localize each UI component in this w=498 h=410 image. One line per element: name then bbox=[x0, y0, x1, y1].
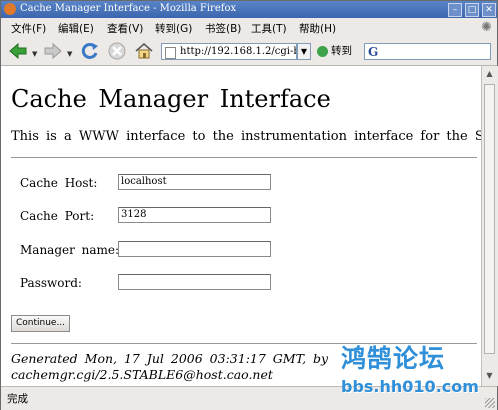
page-heading: Cache Manager Interface bbox=[11, 85, 331, 113]
stop-icon[interactable] bbox=[107, 41, 127, 61]
browser-window: Cache Manager Interface - Mozilla Firefo… bbox=[0, 0, 498, 410]
forward-dropdown-icon[interactable]: ▼ bbox=[67, 50, 72, 58]
footer-line-2: cachemgr.cgi/2.5.STABLE6@host.cao.net bbox=[11, 367, 273, 382]
title-bar[interactable]: Cache Manager Interface - Mozilla Firefo… bbox=[1, 1, 497, 18]
menu-file[interactable]: 文件(F) bbox=[11, 21, 46, 36]
resize-grip-icon[interactable] bbox=[485, 398, 495, 408]
back-icon[interactable] bbox=[8, 41, 28, 61]
continue-button[interactable]: Continue... bbox=[11, 315, 70, 332]
footer-line-1: Generated Mon, 17 Jul 2006 03:31:17 GMT,… bbox=[11, 351, 329, 366]
firefox-icon bbox=[4, 3, 16, 15]
url-bar[interactable]: http://192.168.1.2/cgi-bin/ bbox=[161, 43, 297, 60]
password-label: Password: bbox=[20, 276, 82, 290]
cache-port-input[interactable]: 3128 bbox=[118, 207, 271, 223]
google-search-icon[interactable]: G bbox=[368, 45, 378, 59]
go-button[interactable]: 转到 bbox=[317, 43, 352, 60]
url-text: http://192.168.1.2/cgi-bin/ bbox=[180, 46, 296, 57]
menu-go[interactable]: 转到(G) bbox=[155, 21, 192, 36]
forum-watermark: 鸿鹄论坛 bbs.hh010.com bbox=[341, 339, 489, 396]
url-history-dropdown[interactable]: ▼ bbox=[297, 43, 311, 60]
go-label: 转到 bbox=[331, 45, 352, 57]
window-title: Cache Manager Interface - Mozilla Firefo… bbox=[20, 3, 237, 14]
manager-name-input[interactable] bbox=[118, 241, 271, 257]
manager-name-label: Manager name: bbox=[20, 243, 120, 257]
divider-top bbox=[11, 157, 477, 159]
menu-edit[interactable]: 编辑(E) bbox=[58, 21, 94, 36]
menu-bookmarks[interactable]: 书签(B) bbox=[205, 21, 241, 36]
cache-host-label: Cache Host: bbox=[20, 176, 98, 190]
page-icon bbox=[165, 47, 176, 59]
menu-tools[interactable]: 工具(T) bbox=[251, 21, 287, 36]
password-input[interactable] bbox=[118, 274, 271, 290]
watermark-url: bbs.hh010.com bbox=[341, 377, 479, 396]
reload-icon[interactable] bbox=[80, 41, 100, 61]
throbber-icon: ✺ bbox=[481, 20, 492, 35]
back-dropdown-icon[interactable]: ▼ bbox=[32, 50, 37, 58]
forward-icon[interactable] bbox=[43, 41, 63, 61]
watermark-title: 鸿鹄论坛 bbox=[341, 344, 446, 373]
search-box[interactable]: G bbox=[364, 43, 491, 60]
menu-bar: 文件(F) 编辑(E) 查看(V) 转到(G) 书签(B) 工具(T) 帮助(H… bbox=[1, 18, 497, 37]
scroll-up-icon[interactable]: ▲ bbox=[484, 69, 495, 81]
menu-view[interactable]: 查看(V) bbox=[107, 21, 143, 36]
vertical-scrollbar[interactable]: ▲ ▼ bbox=[481, 66, 498, 386]
home-icon[interactable] bbox=[134, 41, 154, 61]
go-icon bbox=[317, 46, 328, 57]
cache-port-label: Cache Port: bbox=[20, 209, 95, 223]
cache-host-input[interactable]: localhost bbox=[118, 174, 271, 190]
menu-help[interactable]: 帮助(H) bbox=[299, 21, 336, 36]
close-button[interactable]: ✕ bbox=[482, 3, 496, 17]
scrollbar-thumb[interactable] bbox=[484, 84, 495, 354]
page-content: Cache Manager Interface This is a WWW in… bbox=[1, 66, 481, 386]
generated-footer: Generated Mon, 17 Jul 2006 03:31:17 GMT,… bbox=[11, 351, 328, 383]
maximize-button[interactable]: □ bbox=[465, 3, 479, 17]
status-text: 完成 bbox=[7, 393, 28, 405]
minimize-button[interactable]: – bbox=[448, 3, 462, 17]
intro-text: This is a WWW interface to the instrumen… bbox=[11, 129, 481, 144]
